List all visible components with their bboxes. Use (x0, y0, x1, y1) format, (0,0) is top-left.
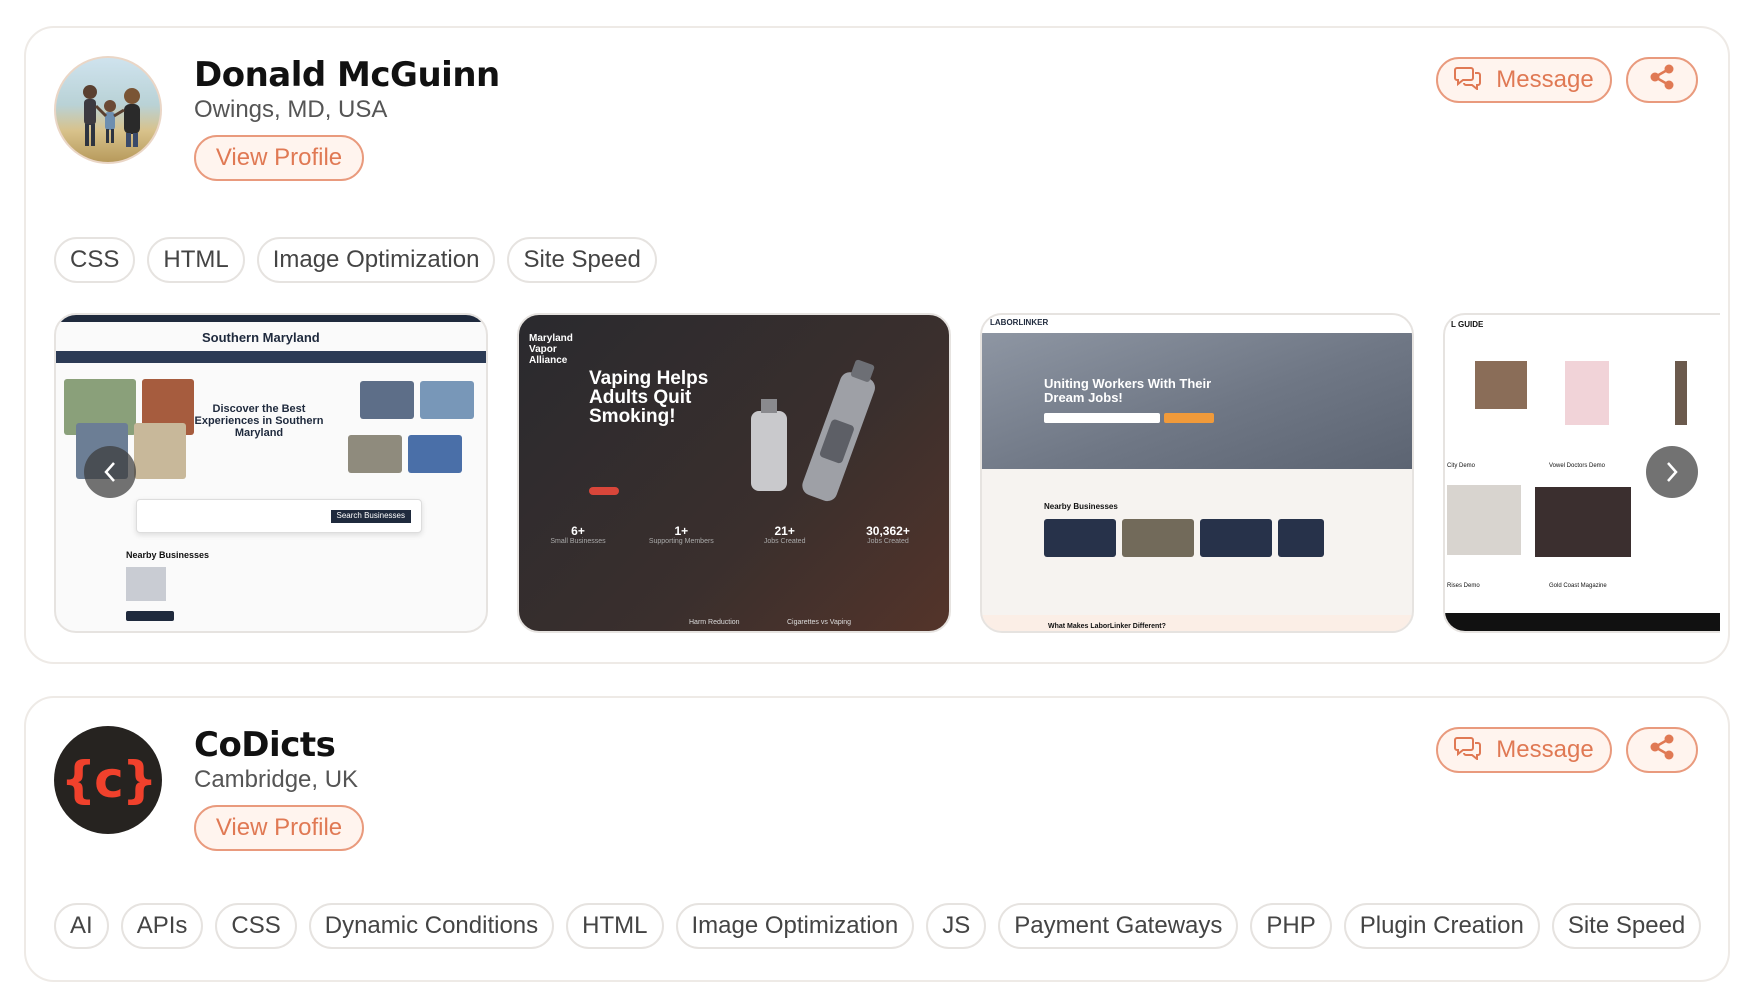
demo-label: Gold Coast Magazine (1549, 583, 1607, 589)
footer-band (1445, 613, 1720, 631)
stat-label: Jobs Created (763, 538, 806, 546)
codicts-logo: {c} (60, 751, 158, 809)
thumbnail-image (1675, 361, 1687, 425)
search-businesses-button[interactable]: Search Businesses (330, 510, 411, 523)
skills-list: CSS HTML Image Optimization Site Speed (54, 237, 657, 283)
skill-tag[interactable]: AI (54, 903, 109, 949)
section-heading: Nearby Businesses (126, 550, 210, 560)
portfolio-shot[interactable]: LABORLINKER Uniting Workers With Their D… (980, 313, 1414, 633)
share-icon (1648, 733, 1676, 768)
profile-location: Cambridge, UK (194, 766, 359, 793)
site-logo: Maryland Vapor Alliance (529, 333, 573, 366)
skill-tag[interactable]: JS (926, 903, 987, 949)
skill-tag[interactable]: APIs (120, 903, 204, 949)
skill-tag[interactable]: Payment Gateways (998, 903, 1239, 949)
footer-band: What Makes LaborLinker Different? (982, 615, 1412, 631)
thumbnail-image (126, 567, 166, 601)
view-profile-button[interactable]: View Profile (194, 135, 364, 181)
learn-more-button[interactable] (589, 487, 619, 495)
thumbnail-image (348, 435, 402, 473)
search-bar[interactable]: Search Businesses (136, 499, 422, 533)
thumbnail-image (1535, 487, 1631, 557)
vape-device-icon (751, 359, 875, 502)
view-profile-button[interactable]: View Profile (194, 805, 364, 851)
demo-label: Rises Demo (1447, 583, 1480, 589)
site-logo: LABORLINKER (990, 318, 1049, 327)
skills-list: AI APIs CSS Dynamic Conditions HTML Imag… (54, 903, 1702, 949)
thumbnail-image (360, 381, 414, 419)
stat-value: 30,362+ (866, 524, 910, 538)
thumbnail-image (134, 423, 186, 479)
skill-tag[interactable]: PHP (1250, 903, 1332, 949)
avatar[interactable]: {c} (54, 726, 162, 834)
demo-label: Vowel Doctors Demo (1549, 463, 1606, 469)
carousel-next-button[interactable] (1646, 446, 1698, 498)
thumbnail-image (1200, 519, 1272, 557)
stat-value: 6+ (571, 524, 585, 538)
thumbnail-image (1044, 519, 1116, 557)
stat-value: 21+ (774, 524, 795, 538)
site-nav: LABORLINKER (982, 315, 1412, 333)
site-headline: Vaping Helps Adults Quit Smoking! (589, 368, 709, 427)
site-logo: L GUIDE (1451, 320, 1484, 329)
thumbnail-image (1447, 485, 1521, 555)
thumbnail-image (408, 435, 462, 473)
message-button[interactable]: Message (1436, 57, 1612, 103)
section-heading: Nearby Businesses (1044, 502, 1118, 511)
site-logo: Southern Maryland (202, 330, 320, 345)
search-button[interactable] (1164, 413, 1214, 423)
message-label: Message (1496, 736, 1594, 763)
thumbnail-image (1475, 361, 1527, 409)
thumbnail-image (1565, 361, 1609, 425)
skill-tag[interactable]: Plugin Creation (1343, 903, 1540, 949)
profile-card-donald: Donald McGuinn Owings, MD, USA View Prof… (24, 26, 1730, 664)
stat-label: Small Businesses (550, 538, 606, 546)
skill-tag[interactable]: HTML (147, 237, 245, 283)
demo-label: City Demo (1447, 463, 1476, 469)
thumbnail-image (420, 381, 474, 419)
more-button[interactable] (126, 611, 174, 621)
profile-name: CoDicts (194, 725, 336, 765)
stat-label: Supporting Members (648, 538, 714, 546)
search-input[interactable] (1044, 413, 1160, 423)
stat-value: 1+ (674, 524, 689, 538)
topbar (56, 315, 486, 322)
profile-name: Donald McGuinn (194, 55, 500, 95)
chevron-left-icon (104, 462, 115, 482)
footer-heading: What Makes LaborLinker Different? (1048, 623, 1166, 630)
skill-tag[interactable]: Image Optimization (675, 903, 915, 949)
skill-tag[interactable]: Site Speed (1551, 903, 1702, 949)
skill-tag[interactable]: Image Optimization (256, 237, 496, 283)
family-photo-icon (83, 85, 140, 147)
portfolio-shot[interactable]: Maryland Vapor Alliance Vaping Helps Adu… (517, 313, 951, 633)
skill-tag[interactable]: CSS (54, 237, 136, 283)
skill-tag[interactable]: Dynamic Conditions (308, 903, 555, 949)
thumbnail-image (1122, 519, 1194, 557)
share-button[interactable] (1626, 727, 1698, 773)
footer-label: Cigarettes vs Vaping (787, 619, 852, 626)
chat-bubbles-icon (1454, 64, 1482, 97)
chevron-right-icon (1667, 462, 1678, 482)
message-button[interactable]: Message (1436, 727, 1612, 773)
thumbnail-image (1278, 519, 1324, 557)
site-headline: Discover the Best Experiences in Souther… (194, 403, 324, 440)
profile-location: Owings, MD, USA (194, 96, 388, 123)
stat-label: Jobs Created (867, 538, 909, 546)
skill-tag[interactable]: HTML (566, 903, 664, 949)
footer-label: Harm Reduction (689, 619, 740, 626)
chat-bubbles-icon (1454, 734, 1482, 767)
skill-tag[interactable]: Site Speed (507, 237, 657, 283)
profile-card-codicts: {c} CoDicts Cambridge, UK View Profile M… (24, 696, 1730, 982)
message-label: Message (1496, 66, 1594, 93)
skill-tag[interactable]: CSS (215, 903, 297, 949)
site-headline: Uniting Workers With Their Dream Jobs! (1044, 376, 1212, 406)
share-icon (1648, 63, 1676, 98)
portfolio-carousel: Southern Maryland Discover the Best Expe… (54, 313, 1720, 633)
site-nav (56, 351, 486, 363)
avatar[interactable] (54, 56, 162, 164)
carousel-prev-button[interactable] (84, 446, 136, 498)
share-button[interactable] (1626, 57, 1698, 103)
